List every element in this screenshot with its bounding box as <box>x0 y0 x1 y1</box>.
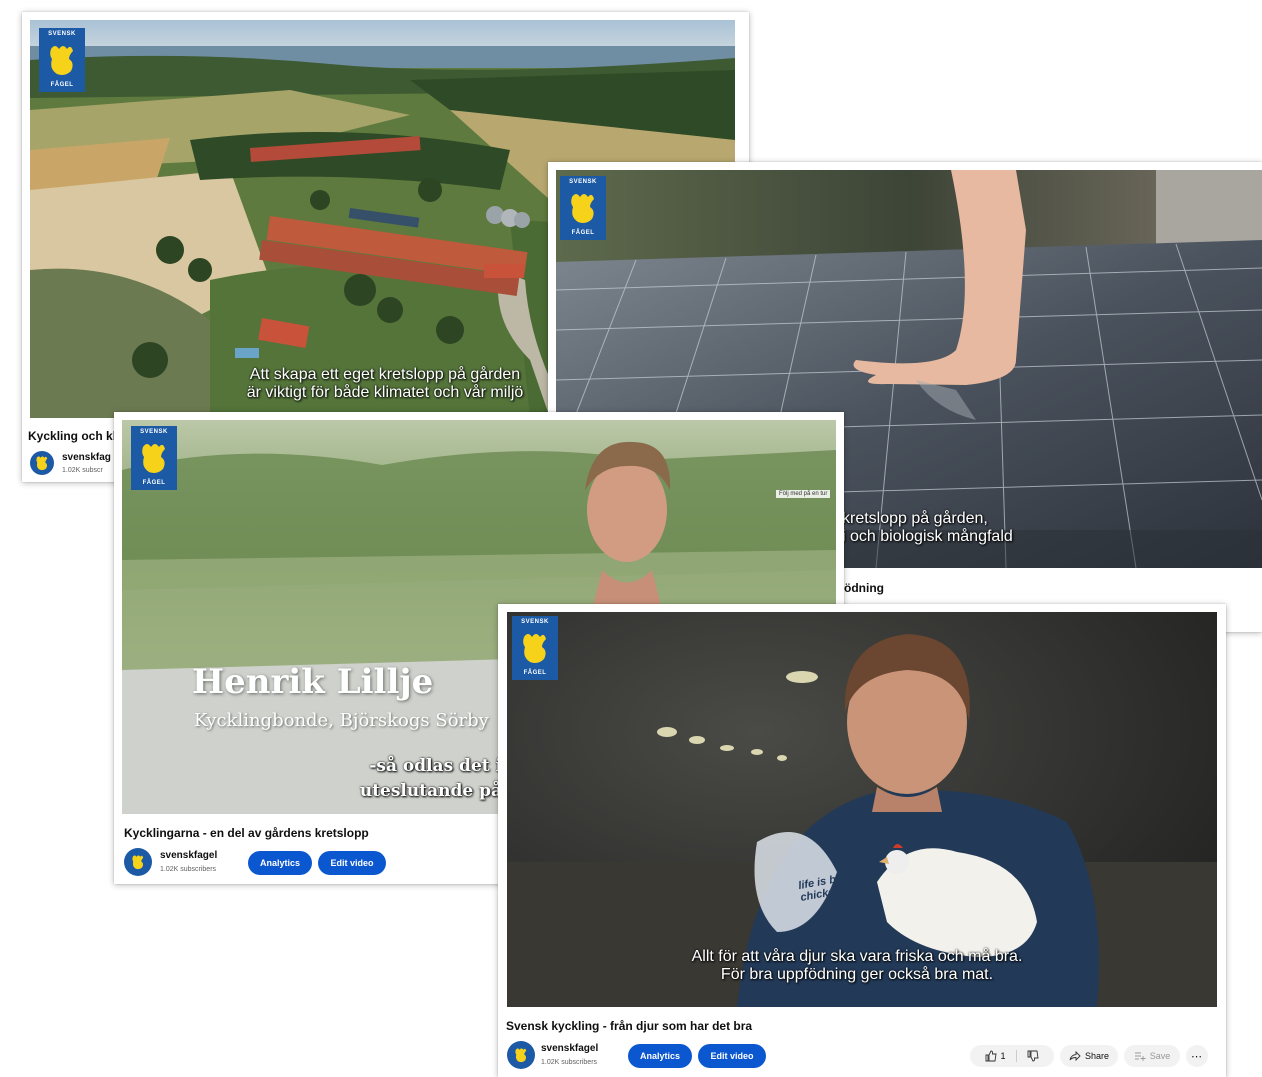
channel-avatar[interactable] <box>507 1041 535 1069</box>
video-title-4[interactable]: Svensk kyckling - från djur som har det … <box>506 1019 752 1033</box>
channel-avatar[interactable] <box>30 451 54 475</box>
thumbs-up-icon <box>986 1050 998 1062</box>
subtitle-4: Allt för att våra djur ska vara friska o… <box>691 948 1023 983</box>
edit-video-button[interactable]: Edit video <box>318 851 386 875</box>
share-icon <box>1069 1050 1081 1062</box>
speaker-role-overlay: Kycklingbonde, Björskogs Sörby <box>194 710 489 731</box>
video-card-4: SVENSK FÅGEL life is better chicken Allt… <box>498 604 1226 1077</box>
subtitle-1: Att skapa ett eget kretslopp på gården ä… <box>246 366 524 401</box>
rooster-icon <box>36 456 48 471</box>
subtitle-2: kretslopp på gården, i och biologisk mån… <box>842 510 1013 545</box>
rooster-icon <box>571 194 594 223</box>
video-player-4[interactable]: SVENSK FÅGEL life is better chicken Allt… <box>507 612 1217 1007</box>
like-count: 1 <box>1000 1051 1006 1061</box>
tour-badge: Följ med på en tur <box>776 490 831 498</box>
subscriber-count: 1.02K subscribers <box>541 1059 598 1066</box>
video-title-1[interactable]: Kyckling och kl <box>28 429 116 443</box>
more-options-button[interactable]: ⋯ <box>1186 1045 1208 1067</box>
like-dislike-group: 1 <box>970 1045 1054 1067</box>
rooster-icon <box>523 634 546 663</box>
save-button[interactable]: Save <box>1124 1045 1180 1067</box>
video-title-3[interactable]: Kycklingarna - en del av gårdens kretslo… <box>124 826 369 840</box>
rooster-icon <box>142 444 165 473</box>
more-icon: ⋯ <box>1191 1050 1203 1063</box>
channel-name[interactable]: svenskfag <box>62 452 111 463</box>
subtitle-3: -så odlas det i uteslutande på <box>359 756 502 801</box>
svensk-fagel-logo: SVENSK FÅGEL <box>131 426 177 490</box>
subscriber-count: 1.02K subscr <box>62 467 103 474</box>
svensk-fagel-logo: SVENSK FÅGEL <box>560 176 606 240</box>
analytics-button[interactable]: Analytics <box>628 1044 692 1068</box>
dislike-button[interactable] <box>1027 1050 1039 1062</box>
svensk-fagel-logo: SVENSK FÅGEL <box>39 28 85 92</box>
svensk-fagel-logo: SVENSK FÅGEL <box>512 616 558 680</box>
channel-name[interactable]: svenskfagel <box>160 850 217 861</box>
channel-avatar[interactable] <box>124 848 152 876</box>
channel-name[interactable]: svenskfagel <box>541 1043 598 1054</box>
rooster-icon <box>132 855 144 870</box>
analytics-button[interactable]: Analytics <box>248 851 312 875</box>
rooster-icon <box>50 46 73 75</box>
speaker-name-overlay: Henrik Lillje <box>192 662 434 702</box>
edit-video-button[interactable]: Edit video <box>698 1044 766 1068</box>
subscriber-count: 1.02K subscribers <box>160 866 217 873</box>
like-button[interactable]: 1 <box>985 1050 1006 1062</box>
divider <box>1015 1050 1017 1062</box>
save-playlist-icon <box>1134 1052 1146 1061</box>
video-title-2[interactable]: födning <box>840 581 884 595</box>
thumbs-down-icon <box>1027 1050 1039 1062</box>
share-button[interactable]: Share <box>1060 1045 1118 1067</box>
rooster-icon <box>515 1048 527 1063</box>
